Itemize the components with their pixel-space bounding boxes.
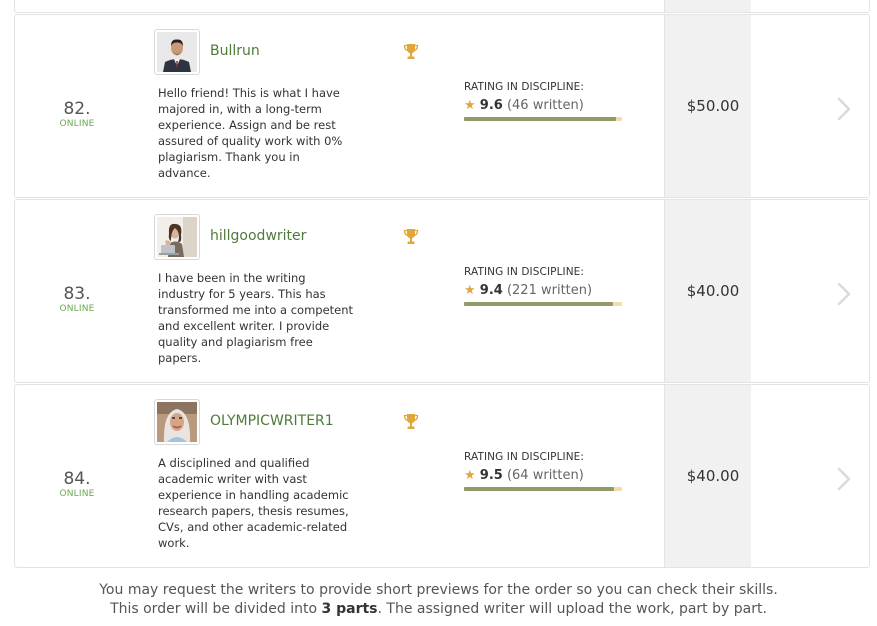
parts-note-prefix: This order will be divided into xyxy=(110,601,322,617)
discipline-rating: RATING IN DISCIPLINE: ★ 9.4 (221 written… xyxy=(464,266,624,306)
rating-score: 9.4 xyxy=(479,283,503,298)
avatar[interactable] xyxy=(154,214,200,260)
avatar-image xyxy=(157,402,197,442)
written-count: (64 written) xyxy=(506,468,584,483)
avatar-image xyxy=(157,32,197,72)
writer-rank: 84. ONLINE xyxy=(45,469,109,499)
rating-value-line: ★ 9.4 (221 written) xyxy=(464,283,624,298)
star-icon: ★ xyxy=(464,98,476,113)
rank-number: 84. xyxy=(63,469,91,489)
rating-label: RATING IN DISCIPLINE: xyxy=(464,266,585,278)
writer-card[interactable]: 84. ONLINE OLYMPICWRITER1 A disciplined … xyxy=(14,384,870,568)
writer-price: $50.00 xyxy=(686,97,740,115)
star-icon: ★ xyxy=(464,283,476,298)
chevron-right-icon[interactable] xyxy=(837,97,851,121)
online-status: ONLINE xyxy=(59,119,95,129)
star-icon: ★ xyxy=(464,468,476,483)
written-count: (46 written) xyxy=(506,98,584,113)
parts-count: 3 parts xyxy=(321,601,378,617)
chevron-right-icon[interactable] xyxy=(837,467,851,491)
writer-list: 82. ONLINE Bullrun Hello friend! This is… xyxy=(14,0,870,569)
writer-bio: Hello friend! This is what I have majore… xyxy=(158,86,343,180)
trophy-icon xyxy=(403,44,419,59)
rating-bar xyxy=(464,302,622,306)
discipline-rating: RATING IN DISCIPLINE: ★ 9.5 (64 written) xyxy=(464,451,624,491)
rating-bar-fill xyxy=(464,487,615,491)
avatar[interactable] xyxy=(154,399,200,445)
rating-value-line: ★ 9.6 (46 written) xyxy=(464,98,624,113)
rating-bar xyxy=(464,117,622,121)
rating-label: RATING IN DISCIPLINE: xyxy=(464,451,585,463)
avatar[interactable] xyxy=(154,29,200,75)
parts-note-suffix: . The assigned writer will upload the wo… xyxy=(377,601,767,617)
trophy-icon xyxy=(403,414,419,429)
preview-note: You may request the writers to provide s… xyxy=(99,582,778,598)
writer-card[interactable]: 82. ONLINE Bullrun Hello friend! This is… xyxy=(14,14,870,198)
writer-rank: 82. ONLINE xyxy=(45,99,109,129)
writer-card-partial[interactable] xyxy=(14,0,870,13)
chevron-right-icon[interactable] xyxy=(837,282,851,306)
avatar-image xyxy=(157,217,197,257)
rating-score: 9.6 xyxy=(479,98,503,113)
writer-name-link[interactable]: hillgoodwriter xyxy=(210,228,306,244)
writers-page: 82. ONLINE Bullrun Hello friend! This is… xyxy=(0,0,877,626)
written-count: (221 written) xyxy=(506,283,593,298)
rating-value-line: ★ 9.5 (64 written) xyxy=(464,468,624,483)
parts-note: This order will be divided into 3 parts.… xyxy=(0,600,877,619)
discipline-rating: RATING IN DISCIPLINE: ★ 9.6 (46 written) xyxy=(464,81,624,121)
writer-name-link[interactable]: Bullrun xyxy=(210,43,260,59)
trophy-icon xyxy=(403,229,419,244)
rating-bar xyxy=(464,487,622,491)
online-status: ONLINE xyxy=(59,304,95,314)
rank-number: 83. xyxy=(63,284,91,304)
rating-label: RATING IN DISCIPLINE: xyxy=(464,81,585,93)
writer-rank: 83. ONLINE xyxy=(45,284,109,314)
rating-bar-fill xyxy=(464,302,613,306)
writer-card[interactable]: 83. ONLINE hillgoodwriter I have been in… xyxy=(14,199,870,383)
writer-name-link[interactable]: OLYMPICWRITER1 xyxy=(210,413,334,429)
writer-bio: I have been in the writing industry for … xyxy=(158,271,354,365)
order-info-footer: You may request the writers to provide s… xyxy=(0,581,877,619)
writer-bio: A disciplined and qualified academic wri… xyxy=(158,456,349,550)
rating-score: 9.5 xyxy=(479,468,503,483)
rating-bar-fill xyxy=(464,117,616,121)
online-status: ONLINE xyxy=(59,489,95,499)
writer-price: $40.00 xyxy=(686,282,740,300)
writer-price: $40.00 xyxy=(686,467,740,485)
rank-number: 82. xyxy=(63,99,91,119)
price-column xyxy=(664,0,751,12)
